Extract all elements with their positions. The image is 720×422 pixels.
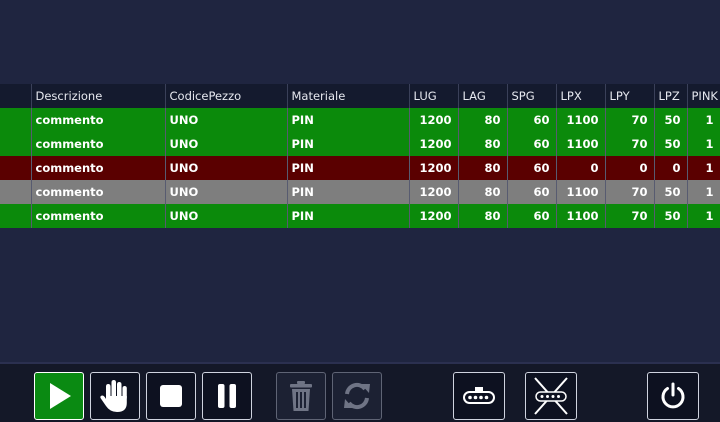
- table-cell: 1200: [409, 180, 459, 204]
- table-cell: 0: [605, 156, 655, 180]
- table-row[interactable]: commento UNO PIN 1200 80 60 1100 70 50 1: [0, 108, 720, 132]
- table-cell: UNO: [165, 108, 288, 132]
- table-cell: PIN: [287, 108, 410, 132]
- table-cell: 80: [458, 156, 508, 180]
- hand-stop-icon: [100, 380, 127, 412]
- column-header-index[interactable]: [0, 84, 32, 108]
- table-cell: 0: [556, 156, 606, 180]
- trash-icon: [290, 381, 312, 411]
- stop-button[interactable]: [146, 372, 196, 420]
- table-cell: 1: [687, 132, 720, 156]
- column-header-lug[interactable]: LUG: [409, 84, 459, 108]
- power-button[interactable]: [647, 372, 699, 420]
- table-cell: commento: [31, 132, 166, 156]
- table-cell: commento: [31, 108, 166, 132]
- table-row[interactable]: commento UNO PIN 1200 80 60 1100 70 50 1: [0, 180, 720, 204]
- table-cell: 1100: [556, 108, 606, 132]
- table-row[interactable]: commento UNO PIN 1200 80 60 1100 70 50 1: [0, 204, 720, 228]
- table-cell: 60: [507, 156, 557, 180]
- hand-stop-button[interactable]: [90, 372, 140, 420]
- bottom-toolbar: [0, 362, 720, 422]
- table-cell: 80: [458, 180, 508, 204]
- table-cell: 1200: [409, 108, 459, 132]
- pause-icon: [218, 384, 236, 408]
- table-cell: [0, 108, 32, 132]
- table-cell: 80: [458, 108, 508, 132]
- column-header-lpy[interactable]: LPY: [605, 84, 655, 108]
- table-cell: 1100: [556, 132, 606, 156]
- table-cell: 60: [507, 204, 557, 228]
- table-cell: 50: [654, 132, 688, 156]
- table-cell: 1200: [409, 132, 459, 156]
- table-cell: 1100: [556, 204, 606, 228]
- table-row[interactable]: commento UNO PIN 1200 80 60 1100 70 50 1: [0, 132, 720, 156]
- table-cell: 1: [687, 108, 720, 132]
- table-cell: UNO: [165, 156, 288, 180]
- column-header-codicepezzo[interactable]: CodicePezzo: [165, 84, 288, 108]
- table-cell: commento: [31, 204, 166, 228]
- table-cell: 1100: [556, 180, 606, 204]
- table-cell: commento: [31, 156, 166, 180]
- table-cell: 60: [507, 180, 557, 204]
- table-cell: 0: [654, 156, 688, 180]
- pieces-table: Descrizione CodicePezzo Materiale LUG LA…: [0, 84, 720, 228]
- table-cell: 80: [458, 204, 508, 228]
- conveyor-disable-button[interactable]: [525, 372, 577, 420]
- table-cell: 1: [687, 156, 720, 180]
- table-cell: 70: [605, 180, 655, 204]
- table-cell: 1: [687, 180, 720, 204]
- table-cell: 1200: [409, 204, 459, 228]
- table-cell: 60: [507, 108, 557, 132]
- column-header-materiale[interactable]: Materiale: [287, 84, 410, 108]
- refresh-button[interactable]: [332, 372, 382, 420]
- column-header-pink[interactable]: PINK: [687, 84, 720, 108]
- table-cell: PIN: [287, 132, 410, 156]
- table-cell: PIN: [287, 204, 410, 228]
- table-cell: 70: [605, 108, 655, 132]
- table-cell: 80: [458, 132, 508, 156]
- column-header-lpx[interactable]: LPX: [556, 84, 606, 108]
- table-cell: [0, 204, 32, 228]
- conveyor-disabled-icon: [534, 377, 568, 415]
- table-row[interactable]: commento UNO PIN 1200 80 60 0 0 0 1: [0, 156, 720, 180]
- column-header-spg[interactable]: SPG: [507, 84, 557, 108]
- table-cell: UNO: [165, 180, 288, 204]
- table-cell: 50: [654, 204, 688, 228]
- conveyor-icon: [463, 387, 495, 404]
- table-cell: 60: [507, 132, 557, 156]
- pause-button[interactable]: [202, 372, 252, 420]
- refresh-icon: [344, 382, 370, 410]
- table-cell: 50: [654, 108, 688, 132]
- table-cell: 1200: [409, 156, 459, 180]
- table-cell: 1: [687, 204, 720, 228]
- table-cell: UNO: [165, 132, 288, 156]
- table-header-row: Descrizione CodicePezzo Materiale LUG LA…: [0, 84, 720, 108]
- play-button[interactable]: [34, 372, 84, 420]
- table-cell: 50: [654, 180, 688, 204]
- stop-icon: [160, 385, 182, 407]
- table-cell: [0, 132, 32, 156]
- delete-button[interactable]: [276, 372, 326, 420]
- play-icon: [50, 383, 71, 409]
- table-cell: 70: [605, 132, 655, 156]
- column-header-lag[interactable]: LAG: [458, 84, 508, 108]
- conveyor-button[interactable]: [453, 372, 505, 420]
- column-header-lpz[interactable]: LPZ: [654, 84, 688, 108]
- table-cell: PIN: [287, 180, 410, 204]
- table-cell: 70: [605, 204, 655, 228]
- power-icon: [661, 382, 685, 409]
- table-cell: [0, 156, 32, 180]
- table-cell: commento: [31, 180, 166, 204]
- table-cell: [0, 180, 32, 204]
- table-cell: UNO: [165, 204, 288, 228]
- table-cell: PIN: [287, 156, 410, 180]
- column-header-descrizione[interactable]: Descrizione: [31, 84, 166, 108]
